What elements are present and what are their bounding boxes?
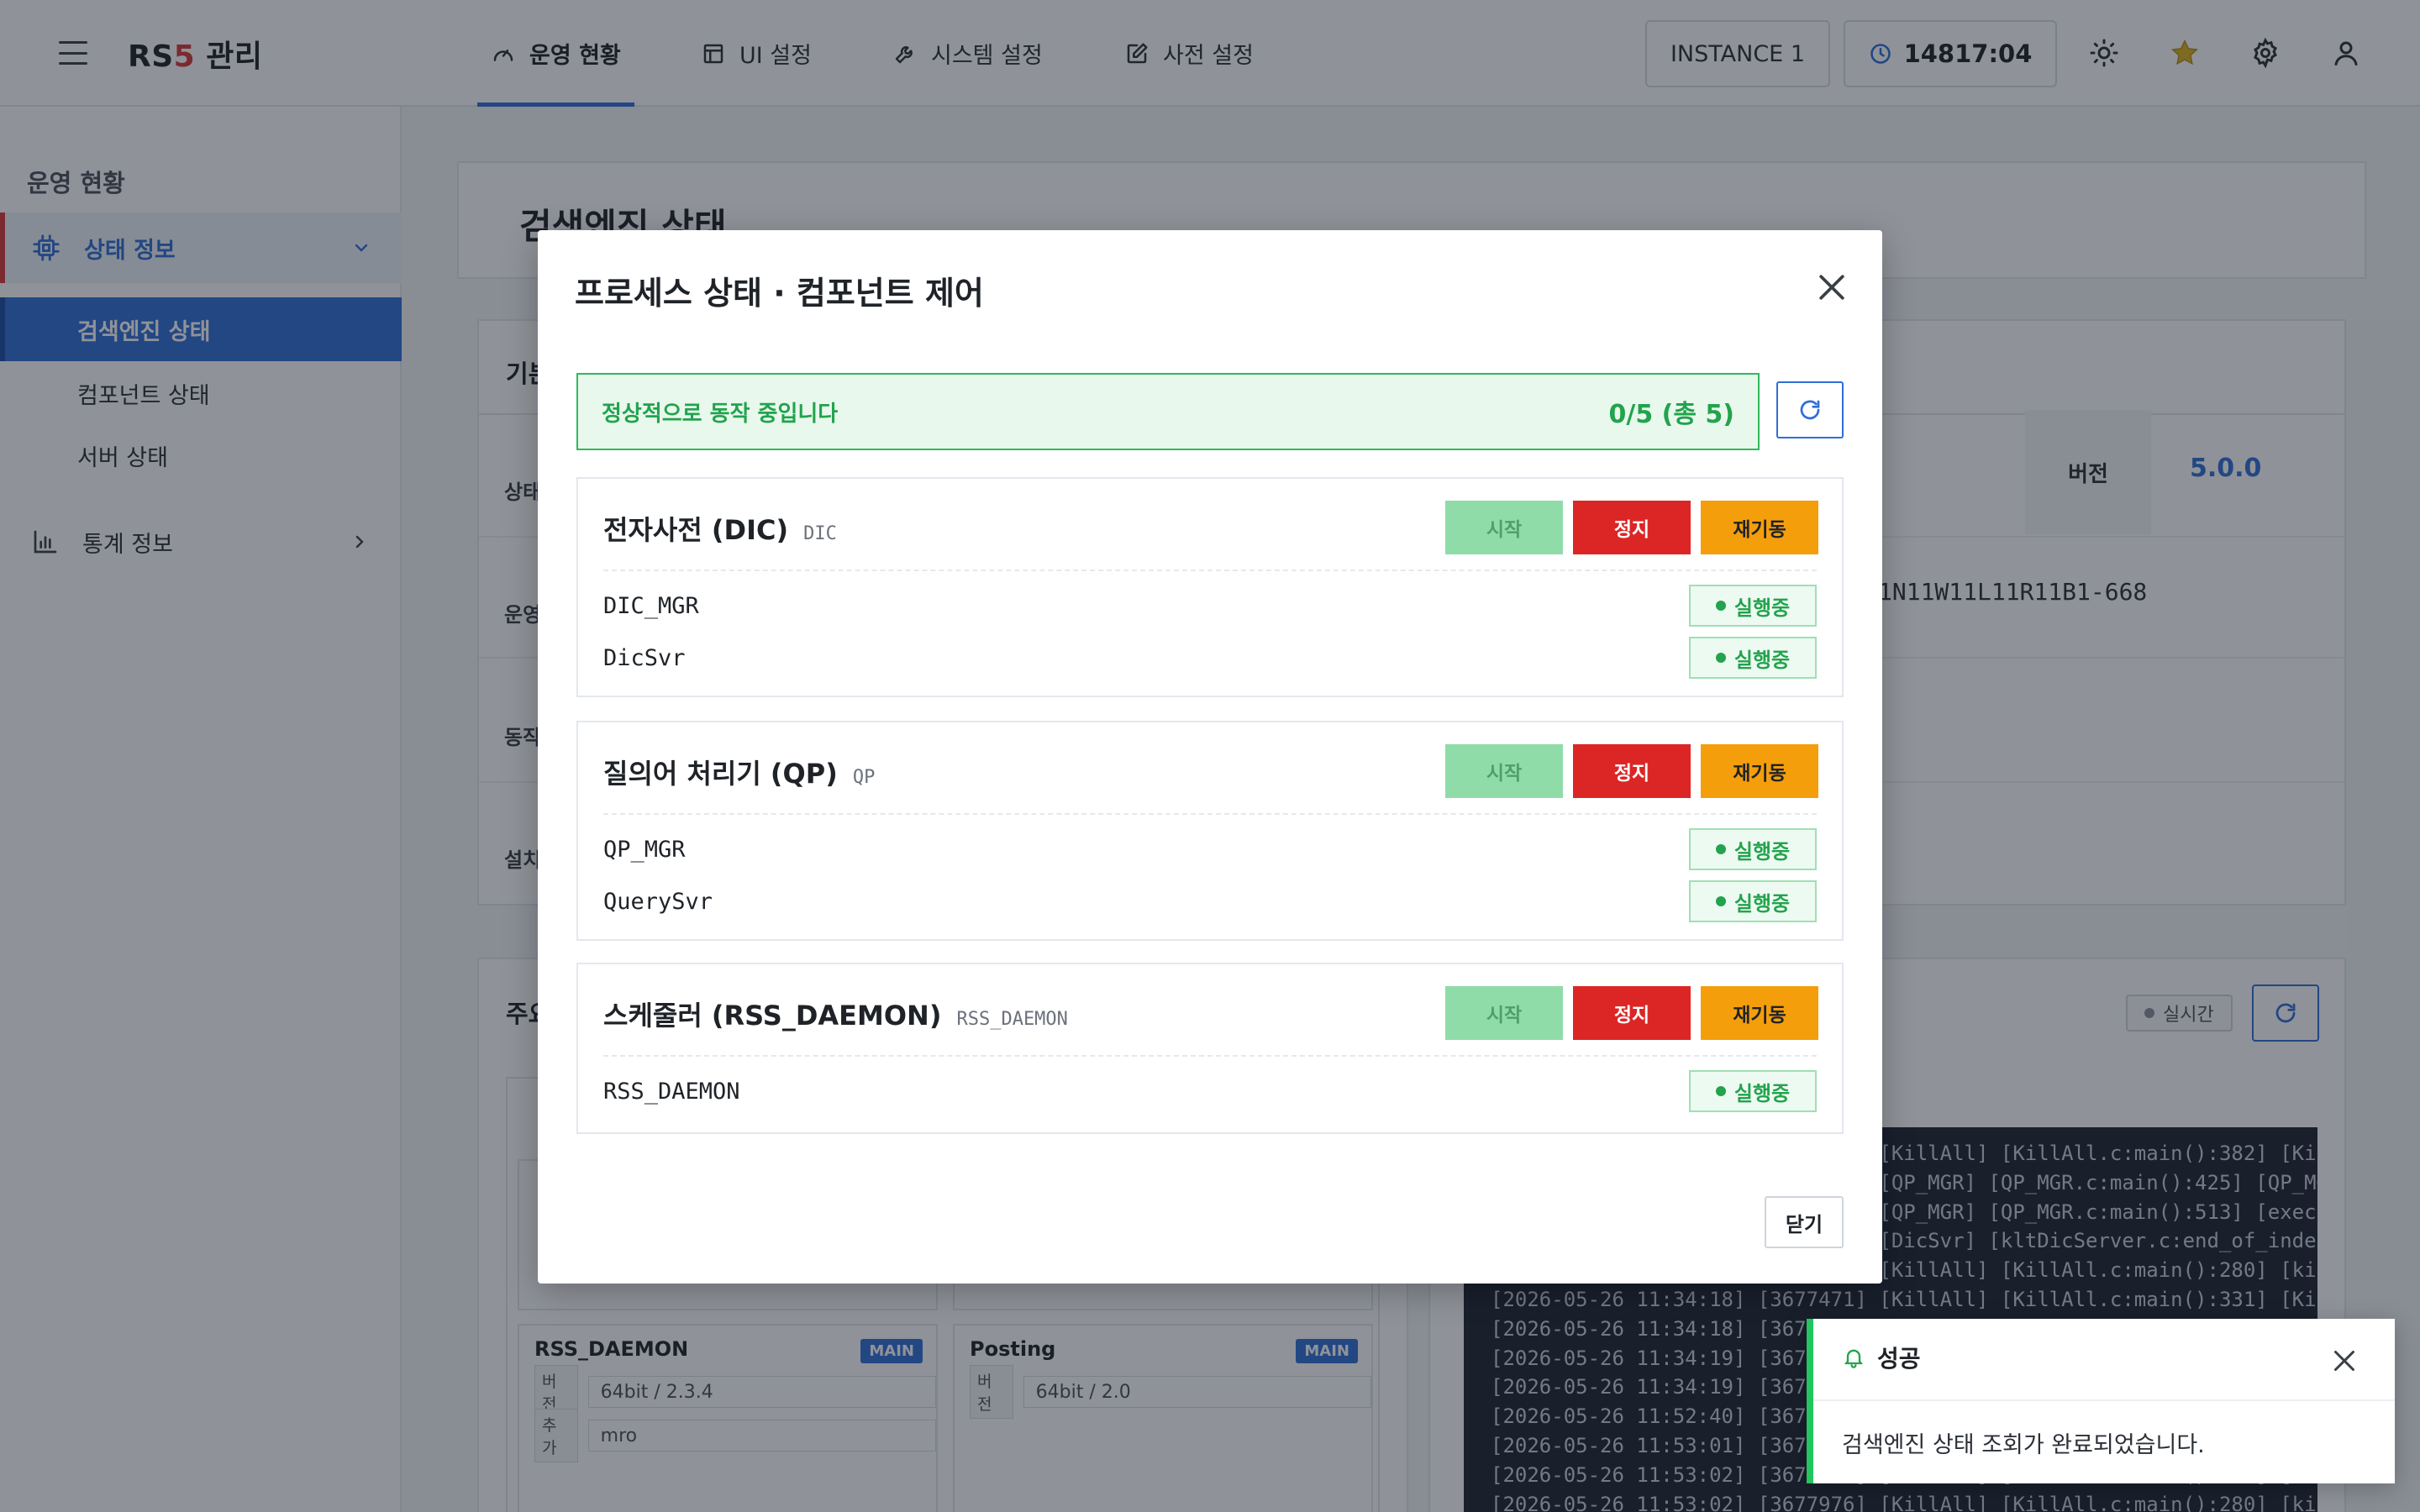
stop-button[interactable]: 정지 <box>1573 501 1691 554</box>
modal-refresh-button[interactable] <box>1776 381 1844 438</box>
process-row: DicSvr 실행중 <box>603 635 1817 680</box>
start-button[interactable]: 시작 <box>1445 986 1563 1040</box>
start-button[interactable]: 시작 <box>1445 744 1563 798</box>
refresh-icon <box>1800 400 1820 420</box>
status-banner: 정상적으로 동작 중입니다 0/5 (총 5) <box>576 373 1760 450</box>
process-group-code: DIC <box>803 523 837 544</box>
process-control-modal: 프로세스 상태 · 컴포넌트 제어 정상적으로 동작 중입니다 0/5 (총 5… <box>538 230 1882 1284</box>
running-badge: 실행중 <box>1689 828 1817 870</box>
process-name: QP_MGR <box>603 836 686 863</box>
process-group-code: QP <box>852 767 876 788</box>
stop-button[interactable]: 정지 <box>1573 744 1691 798</box>
process-row: QuerySvr 실행중 <box>603 879 1817 924</box>
process-group-name: 질의어 처리기 (QP) <box>603 758 838 790</box>
process-group-qp: 질의어 처리기 (QP) QP 시작 정지 재기동 QP_MGR 실행중 Que… <box>576 721 1844 941</box>
restart-button[interactable]: 재기동 <box>1701 986 1818 1040</box>
status-text: 정상적으로 동작 중입니다 <box>602 401 839 427</box>
process-name: QuerySvr <box>603 888 713 915</box>
process-group-name: 전자사전 (DIC) <box>603 514 789 546</box>
running-badge: 실행중 <box>1689 880 1817 922</box>
toast-message: 검색엔진 상태 조회가 완료되었습니다. <box>1842 1432 2205 1458</box>
running-badge: 실행중 <box>1689 637 1817 679</box>
modal-title: 프로세스 상태 · 컴포넌트 제어 <box>575 275 984 312</box>
process-row: RSS_DAEMON 실행중 <box>603 1068 1817 1114</box>
close-icon[interactable] <box>1813 269 1850 306</box>
toast-close-icon[interactable] <box>2329 1346 2360 1376</box>
restart-button[interactable]: 재기동 <box>1701 744 1818 798</box>
process-group-name: 스케줄러 (RSS_DAEMON) <box>603 1000 942 1032</box>
bell-icon <box>1844 1349 1864 1368</box>
restart-button[interactable]: 재기동 <box>1701 501 1818 554</box>
process-name: RSS_DAEMON <box>603 1078 740 1105</box>
process-group-code: RSS_DAEMON <box>956 1009 1068 1030</box>
start-button[interactable]: 시작 <box>1445 501 1563 554</box>
status-count: 0/5 (총 5) <box>1608 400 1735 429</box>
process-group-dic: 전자사전 (DIC) DIC 시작 정지 재기동 DIC_MGR 실행중 Dic… <box>576 477 1844 697</box>
success-toast: 성공 검색엔진 상태 조회가 완료되었습니다. <box>1807 1319 2395 1483</box>
process-name: DicSvr <box>603 644 686 671</box>
process-row: QP_MGR 실행중 <box>603 827 1817 872</box>
process-group-rss-daemon: 스케줄러 (RSS_DAEMON) RSS_DAEMON 시작 정지 재기동 R… <box>576 963 1844 1134</box>
toast-title: 성공 <box>1877 1345 1921 1373</box>
modal-close-button[interactable]: 닫기 <box>1765 1196 1844 1248</box>
process-row: DIC_MGR 실행중 <box>603 583 1817 628</box>
stop-button[interactable]: 정지 <box>1573 986 1691 1040</box>
process-name: DIC_MGR <box>603 592 699 619</box>
running-badge: 실행중 <box>1689 1070 1817 1112</box>
running-badge: 실행중 <box>1689 585 1817 627</box>
